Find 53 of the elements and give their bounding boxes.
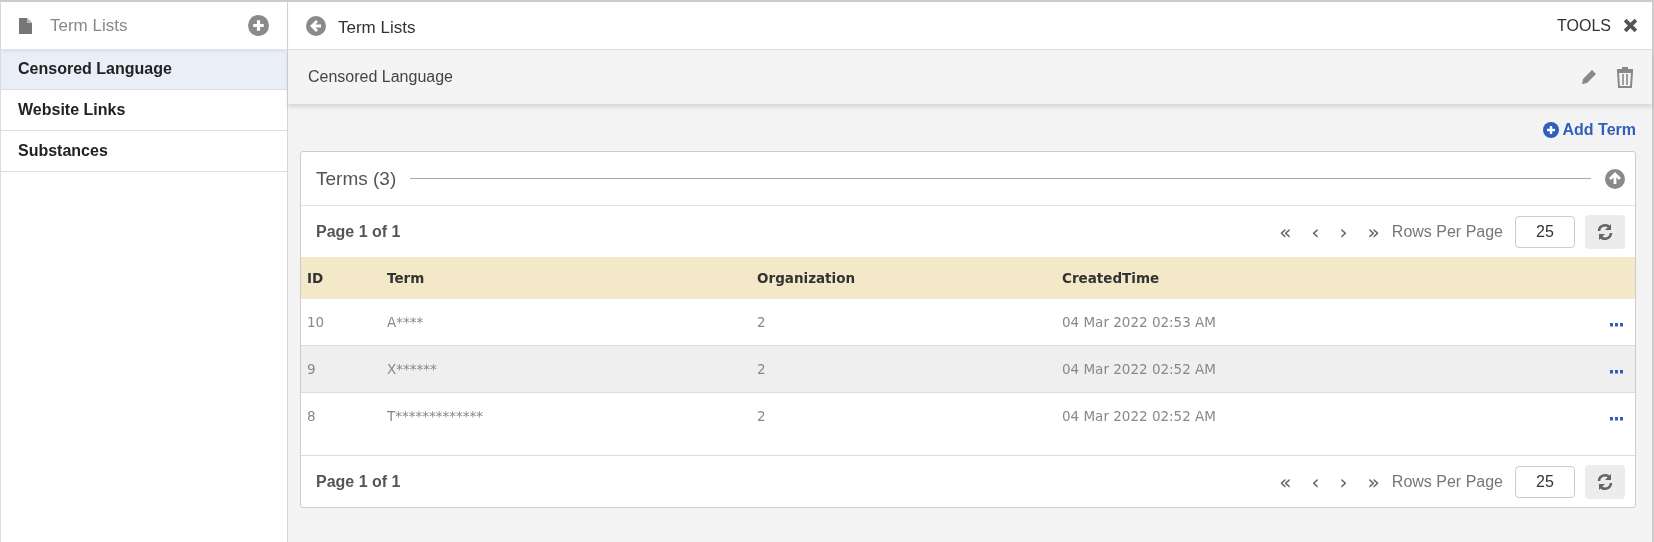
add-icon [1542, 122, 1559, 138]
last-page-button[interactable]: » [1357, 221, 1390, 242]
previous-page-button[interactable]: ‹ [1301, 471, 1330, 492]
column-header: ID [301, 257, 381, 299]
column-header: CreatedTime [1056, 257, 1544, 299]
table-cell: T************* [381, 392, 751, 439]
collapse-up-icon[interactable] [1605, 168, 1625, 189]
table-cell: 2 [751, 299, 1056, 346]
more-options-icon[interactable] [1610, 323, 1623, 327]
add-icon[interactable] [248, 15, 269, 36]
add-term-link[interactable]: Add Term [1542, 121, 1636, 139]
column-header: Term [381, 257, 751, 299]
refresh-button[interactable] [1585, 464, 1625, 499]
list-title: Censored Language [308, 68, 453, 86]
column-header: Organization [751, 257, 1056, 299]
page-info: Page 1 of 1 [316, 472, 401, 491]
table-cell: 2 [751, 392, 1056, 439]
rows-per-page-field[interactable]: 25 [1515, 215, 1575, 248]
tools-label: TOOLS [1557, 16, 1611, 35]
table-cell: 10 [301, 299, 381, 346]
breadcrumb-title: Term Lists [338, 17, 416, 38]
sidebar-item[interactable]: Substances [1, 131, 287, 172]
panel-title: Terms (3) [316, 167, 397, 190]
close-icon[interactable] [1623, 18, 1638, 33]
table-cell: 8 [301, 392, 381, 439]
next-page-button[interactable]: › [1329, 471, 1358, 492]
previous-page-button[interactable]: ‹ [1301, 221, 1330, 242]
pencil-icon[interactable] [1580, 68, 1598, 86]
rows-per-page-label: Rows Per Page [1391, 472, 1503, 491]
first-page-button[interactable]: « [1269, 471, 1302, 492]
sidebar-item[interactable]: Website Links [1, 90, 287, 131]
rows-per-page-field[interactable]: 25 [1515, 465, 1575, 498]
trash-icon[interactable] [1616, 66, 1634, 88]
next-page-button[interactable]: › [1329, 221, 1358, 242]
table-cell: 04 Mar 2022 02:52 AM [1056, 345, 1544, 393]
table-cell: 04 Mar 2022 02:53 AM [1056, 299, 1544, 346]
refresh-icon [1596, 472, 1614, 491]
table-cell: 9 [301, 345, 381, 393]
table-cell: 04 Mar 2022 02:52 AM [1056, 392, 1544, 439]
sidebar-title: Term Lists [50, 15, 129, 36]
first-page-button[interactable]: « [1269, 221, 1302, 242]
rows-per-page-label: Rows Per Page [1391, 222, 1503, 241]
sidebar-item[interactable]: Censored Language [1, 49, 287, 90]
refresh-icon [1596, 222, 1614, 241]
last-page-button[interactable]: » [1357, 471, 1390, 492]
more-options-icon[interactable] [1610, 370, 1623, 374]
table-cell: X****** [381, 345, 751, 393]
table-cell: A**** [381, 299, 751, 346]
page-info: Page 1 of 1 [316, 222, 401, 241]
table-cell: 2 [751, 345, 1056, 393]
refresh-button[interactable] [1585, 214, 1625, 249]
more-options-icon[interactable] [1610, 417, 1623, 421]
document-icon [19, 17, 32, 34]
